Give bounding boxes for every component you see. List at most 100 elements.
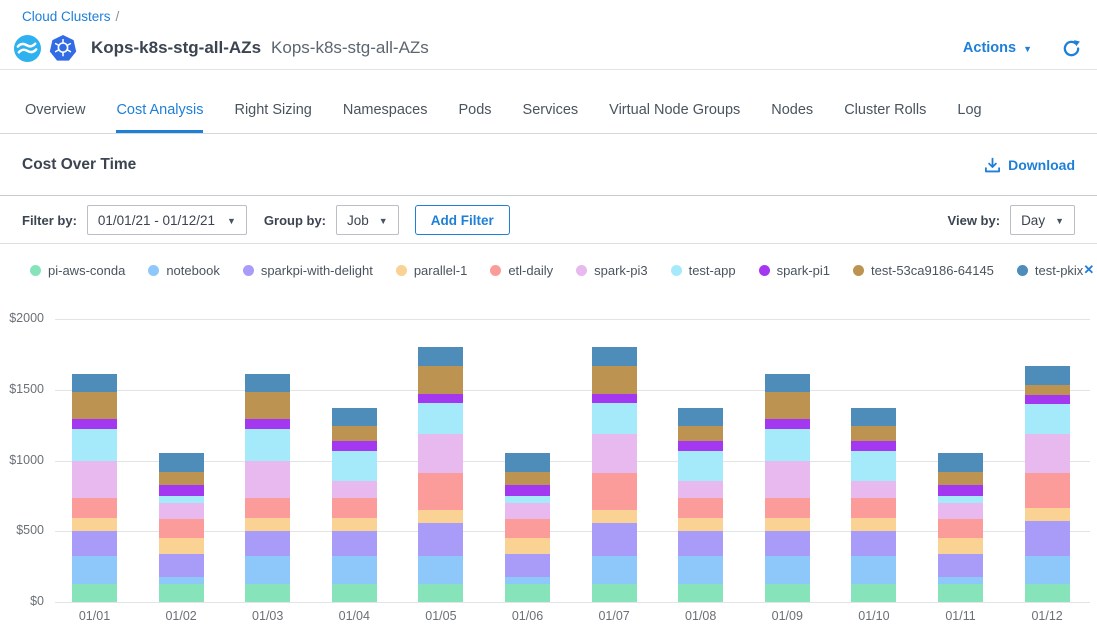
bar-segment-01/11-notebook[interactable]: [938, 577, 983, 584]
bar-segment-01/06-spark-pi1[interactable]: [505, 485, 550, 496]
bar-segment-01/03-etl-daily[interactable]: [245, 498, 290, 518]
bar-segment-01/10-notebook[interactable]: [851, 556, 896, 584]
bar-segment-01/02-spark-pi3[interactable]: [159, 503, 204, 519]
bar-segment-01/10-spark-pi1[interactable]: [851, 441, 896, 451]
bar-segment-01/09-etl-daily[interactable]: [765, 498, 810, 518]
bar-segment-01/10-etl-daily[interactable]: [851, 498, 896, 518]
bar-segment-01/12-etl-daily[interactable]: [1025, 473, 1070, 508]
legend-item-spark-pi3[interactable]: spark-pi3: [576, 263, 647, 278]
bar-segment-01/01-test-app[interactable]: [72, 429, 117, 460]
bar-segment-01/01-etl-daily[interactable]: [72, 498, 117, 518]
view-by-select[interactable]: Day ▼: [1010, 205, 1075, 235]
bar-segment-01/04-test-53ca9186-64145[interactable]: [332, 426, 377, 441]
bar-segment-01/11-test-app[interactable]: [938, 496, 983, 503]
legend-item-pi-aws-conda[interactable]: pi-aws-conda: [30, 263, 125, 278]
bar-segment-01/04-spark-pi1[interactable]: [332, 441, 377, 451]
bar-segment-01/12-spark-pi1[interactable]: [1025, 395, 1070, 404]
bar-segment-01/10-sparkpi-with-delight[interactable]: [851, 531, 896, 556]
bar-segment-01/05-notebook[interactable]: [418, 556, 463, 584]
bar-segment-01/09-spark-pi1[interactable]: [765, 419, 810, 429]
download-button[interactable]: Download: [984, 157, 1075, 174]
tab-nodes[interactable]: Nodes: [771, 90, 813, 133]
legend-item-test-app[interactable]: test-app: [671, 263, 736, 278]
bar-segment-01/11-spark-pi1[interactable]: [938, 485, 983, 496]
actions-button[interactable]: Actions ▼: [963, 40, 1032, 56]
tab-log[interactable]: Log: [957, 90, 981, 133]
bar-segment-01/07-test-pkix[interactable]: [592, 347, 637, 366]
add-filter-button[interactable]: Add Filter: [415, 205, 510, 235]
bar-segment-01/09-parallel-1[interactable]: [765, 518, 810, 531]
bar-segment-01/08-sparkpi-with-delight[interactable]: [678, 531, 723, 556]
bar-segment-01/08-notebook[interactable]: [678, 556, 723, 584]
bar-segment-01/11-etl-daily[interactable]: [938, 519, 983, 538]
deselect-all-button[interactable]: ✕ Deselect All: [1083, 262, 1097, 278]
bar-segment-01/02-test-53ca9186-64145[interactable]: [159, 472, 204, 485]
bar-segment-01/02-sparkpi-with-delight[interactable]: [159, 554, 204, 577]
bar-segment-01/07-spark-pi1[interactable]: [592, 394, 637, 403]
bar-segment-01/06-pi-aws-conda[interactable]: [505, 584, 550, 602]
bar-segment-01/04-test-app[interactable]: [332, 451, 377, 481]
bar-segment-01/07-notebook[interactable]: [592, 556, 637, 584]
tab-right-sizing[interactable]: Right Sizing: [234, 90, 311, 133]
bar-segment-01/03-test-53ca9186-64145[interactable]: [245, 392, 290, 420]
tab-namespaces[interactable]: Namespaces: [343, 90, 428, 133]
tab-overview[interactable]: Overview: [25, 90, 85, 133]
bar-segment-01/05-test-app[interactable]: [418, 403, 463, 434]
bar-segment-01/12-test-app[interactable]: [1025, 404, 1070, 434]
bar-segment-01/06-etl-daily[interactable]: [505, 519, 550, 538]
bar-segment-01/02-test-app[interactable]: [159, 496, 204, 503]
bar-segment-01/02-parallel-1[interactable]: [159, 538, 204, 554]
bar-segment-01/01-test-pkix[interactable]: [72, 374, 117, 392]
bar-segment-01/01-sparkpi-with-delight[interactable]: [72, 531, 117, 556]
tab-services[interactable]: Services: [523, 90, 579, 133]
bar-segment-01/08-spark-pi3[interactable]: [678, 481, 723, 498]
legend-item-sparkpi-with-delight[interactable]: sparkpi-with-delight: [243, 263, 373, 278]
tab-cluster-rolls[interactable]: Cluster Rolls: [844, 90, 926, 133]
bar-segment-01/09-pi-aws-conda[interactable]: [765, 584, 810, 602]
bar-segment-01/10-test-53ca9186-64145[interactable]: [851, 426, 896, 441]
bar-segment-01/12-notebook[interactable]: [1025, 556, 1070, 584]
legend-item-test-pkix[interactable]: test-pkix: [1017, 263, 1083, 278]
bar-segment-01/12-sparkpi-with-delight[interactable]: [1025, 521, 1070, 556]
bar-segment-01/03-test-pkix[interactable]: [245, 374, 290, 392]
tab-pods[interactable]: Pods: [458, 90, 491, 133]
bar-segment-01/01-spark-pi3[interactable]: [72, 461, 117, 498]
bar-segment-01/12-pi-aws-conda[interactable]: [1025, 584, 1070, 602]
bar-segment-01/09-notebook[interactable]: [765, 556, 810, 584]
bar-segment-01/12-parallel-1[interactable]: [1025, 508, 1070, 521]
bar-segment-01/12-spark-pi3[interactable]: [1025, 434, 1070, 473]
bar-segment-01/06-parallel-1[interactable]: [505, 538, 550, 554]
bar-segment-01/05-parallel-1[interactable]: [418, 510, 463, 523]
bar-segment-01/06-sparkpi-with-delight[interactable]: [505, 554, 550, 577]
bar-segment-01/05-spark-pi3[interactable]: [418, 434, 463, 472]
bar-segment-01/11-parallel-1[interactable]: [938, 538, 983, 554]
bar-segment-01/01-parallel-1[interactable]: [72, 518, 117, 531]
bar-segment-01/04-parallel-1[interactable]: [332, 518, 377, 531]
bar-segment-01/05-test-53ca9186-64145[interactable]: [418, 366, 463, 394]
tab-cost-analysis[interactable]: Cost Analysis: [116, 90, 203, 133]
bar-segment-01/06-test-pkix[interactable]: [505, 453, 550, 471]
bar-segment-01/07-sparkpi-with-delight[interactable]: [592, 523, 637, 556]
bar-segment-01/03-parallel-1[interactable]: [245, 518, 290, 531]
bar-segment-01/02-pi-aws-conda[interactable]: [159, 584, 204, 602]
bar-segment-01/06-test-53ca9186-64145[interactable]: [505, 472, 550, 485]
bar-segment-01/08-test-53ca9186-64145[interactable]: [678, 426, 723, 441]
bar-segment-01/01-pi-aws-conda[interactable]: [72, 584, 117, 602]
bar-segment-01/12-test-pkix[interactable]: [1025, 366, 1070, 385]
bar-segment-01/10-test-pkix[interactable]: [851, 408, 896, 426]
legend-item-parallel-1[interactable]: parallel-1: [396, 263, 467, 278]
date-range-select[interactable]: 01/01/21 - 01/12/21 ▼: [87, 205, 247, 235]
legend-item-etl-daily[interactable]: etl-daily: [490, 263, 553, 278]
bar-segment-01/03-spark-pi1[interactable]: [245, 419, 290, 429]
bar-segment-01/07-pi-aws-conda[interactable]: [592, 584, 637, 602]
bar-segment-01/08-spark-pi1[interactable]: [678, 441, 723, 451]
bar-segment-01/04-spark-pi3[interactable]: [332, 481, 377, 498]
breadcrumb-link-cloud-clusters[interactable]: Cloud Clusters: [22, 9, 111, 24]
bar-segment-01/09-test-53ca9186-64145[interactable]: [765, 392, 810, 420]
bar-segment-01/09-test-pkix[interactable]: [765, 374, 810, 392]
bar-segment-01/04-etl-daily[interactable]: [332, 498, 377, 518]
bar-segment-01/02-notebook[interactable]: [159, 577, 204, 584]
bar-segment-01/06-spark-pi3[interactable]: [505, 503, 550, 519]
bar-segment-01/01-spark-pi1[interactable]: [72, 419, 117, 429]
bar-segment-01/05-spark-pi1[interactable]: [418, 394, 463, 403]
